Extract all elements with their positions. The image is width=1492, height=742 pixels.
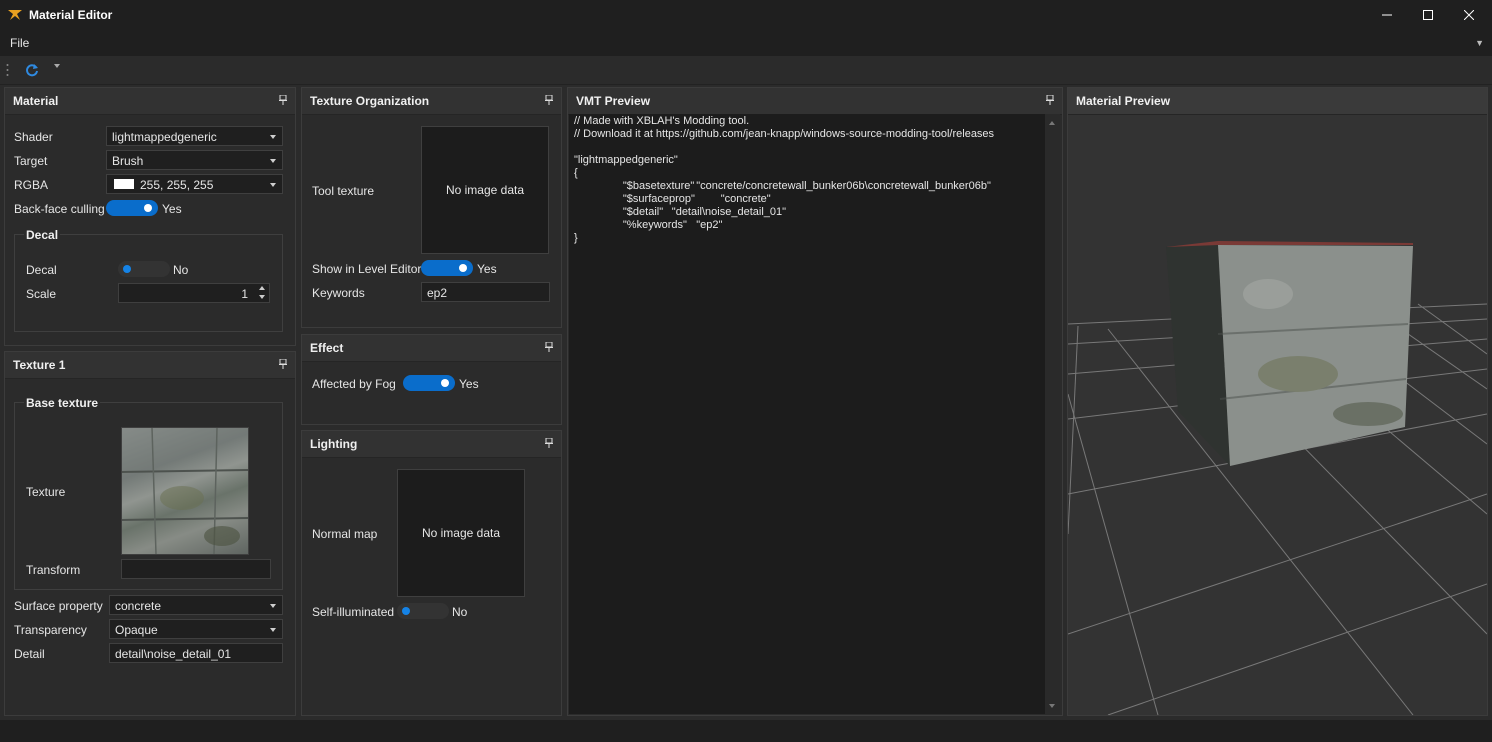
texture1-panel-title: Texture 1 [13, 358, 66, 372]
scale-spinner[interactable]: 1 [118, 283, 270, 303]
concrete-texture-image [121, 427, 249, 555]
transform-label: Transform [26, 563, 81, 577]
surface-property-select[interactable]: concrete [109, 595, 283, 615]
pin-icon[interactable] [1046, 95, 1054, 105]
menu-file[interactable]: File [10, 36, 29, 50]
decal-state: No [173, 263, 189, 277]
menu-bar [0, 30, 1492, 56]
scroll-up-icon[interactable] [1049, 121, 1055, 125]
normal-map-label: Normal map [312, 527, 378, 541]
fog-toggle[interactable] [403, 375, 455, 391]
app-logo-icon [8, 10, 22, 20]
chevron-down-icon [270, 159, 276, 163]
backface-label: Back-face culling [14, 202, 105, 216]
base-texture-group-title: Base texture [24, 396, 101, 410]
backface-toggle[interactable] [106, 200, 158, 216]
toolbar-grip-icon[interactable] [6, 63, 9, 77]
show-in-editor-label: Show in Level Editor [312, 262, 422, 276]
base-texture-thumbnail[interactable] [121, 427, 249, 555]
menu-overflow-icon[interactable]: ▼ [1475, 38, 1484, 48]
spinner-up-icon[interactable] [259, 286, 265, 290]
tool-texture-slot[interactable]: No image data [421, 126, 549, 254]
vmt-code: // Made with XBLAH's Modding tool. // Do… [574, 115, 995, 244]
tool-texture-label: Tool texture [312, 184, 375, 198]
rgba-label: RGBA [14, 178, 49, 192]
decal-label: Decal [26, 263, 57, 277]
rgba-color-picker[interactable]: 255, 255, 255 [106, 174, 283, 194]
close-icon [1464, 10, 1474, 20]
toolbar [0, 56, 1492, 85]
keywords-field[interactable]: ep2 [421, 282, 550, 302]
minimize-icon [1382, 14, 1392, 16]
spinner-down-icon[interactable] [259, 295, 265, 299]
self-illuminated-state: No [452, 605, 468, 619]
texture-organization-title: Texture Organization [310, 94, 430, 108]
effect-panel-title: Effect [310, 341, 344, 355]
show-in-editor-state: Yes [477, 262, 497, 276]
chevron-down-icon [270, 604, 276, 608]
fog-label: Affected by Fog [312, 377, 396, 391]
maximize-icon [1423, 10, 1433, 20]
material-panel-title: Material [13, 94, 59, 108]
shader-label: Shader [14, 130, 53, 144]
transparency-select[interactable]: Opaque [109, 619, 283, 639]
chevron-down-icon [270, 183, 276, 187]
scale-label: Scale [26, 287, 57, 301]
texture-label: Texture [26, 485, 66, 499]
window-title: Material Editor [29, 8, 113, 22]
maximize-button[interactable] [1405, 0, 1451, 30]
show-in-editor-toggle[interactable] [421, 260, 473, 276]
shader-select[interactable]: lightmappedgeneric [106, 126, 283, 146]
vmt-preview-title: VMT Preview [576, 94, 651, 108]
pin-icon[interactable] [545, 342, 553, 352]
vmt-scrollbar[interactable] [1045, 114, 1060, 714]
pin-icon[interactable] [279, 95, 287, 105]
keywords-label: Keywords [312, 286, 365, 300]
target-label: Target [14, 154, 48, 168]
material-3d-viewport[interactable] [1068, 114, 1487, 715]
surface-property-label: Surface property [14, 599, 103, 613]
decal-group-title: Decal [24, 228, 61, 242]
pin-icon[interactable] [545, 438, 553, 448]
close-button[interactable] [1446, 0, 1492, 30]
self-illuminated-label: Self-illuminated [312, 605, 395, 619]
minimize-button[interactable] [1364, 0, 1410, 30]
self-illuminated-toggle[interactable] [397, 603, 449, 619]
pin-icon[interactable] [279, 359, 287, 369]
material-preview-title: Material Preview [1076, 94, 1171, 108]
chevron-down-icon [270, 135, 276, 139]
status-bar [0, 720, 1492, 742]
decal-toggle[interactable] [118, 261, 170, 277]
refresh-dropdown-icon[interactable] [54, 64, 60, 68]
chevron-down-icon [270, 628, 276, 632]
normal-map-slot[interactable]: No image data [397, 469, 525, 597]
lighting-panel-title: Lighting [310, 437, 358, 451]
backface-state: Yes [162, 202, 182, 216]
target-select[interactable]: Brush [106, 150, 283, 170]
pin-icon[interactable] [545, 95, 553, 105]
transform-field[interactable] [121, 559, 271, 579]
refresh-icon[interactable] [25, 63, 39, 77]
detail-label: Detail [14, 647, 45, 661]
detail-field[interactable]: detail\noise_detail_01 [109, 643, 283, 663]
title-bar [0, 0, 1492, 30]
scroll-down-icon[interactable] [1049, 704, 1055, 708]
transparency-label: Transparency [14, 623, 87, 637]
color-swatch [114, 179, 134, 189]
fog-state: Yes [459, 377, 479, 391]
